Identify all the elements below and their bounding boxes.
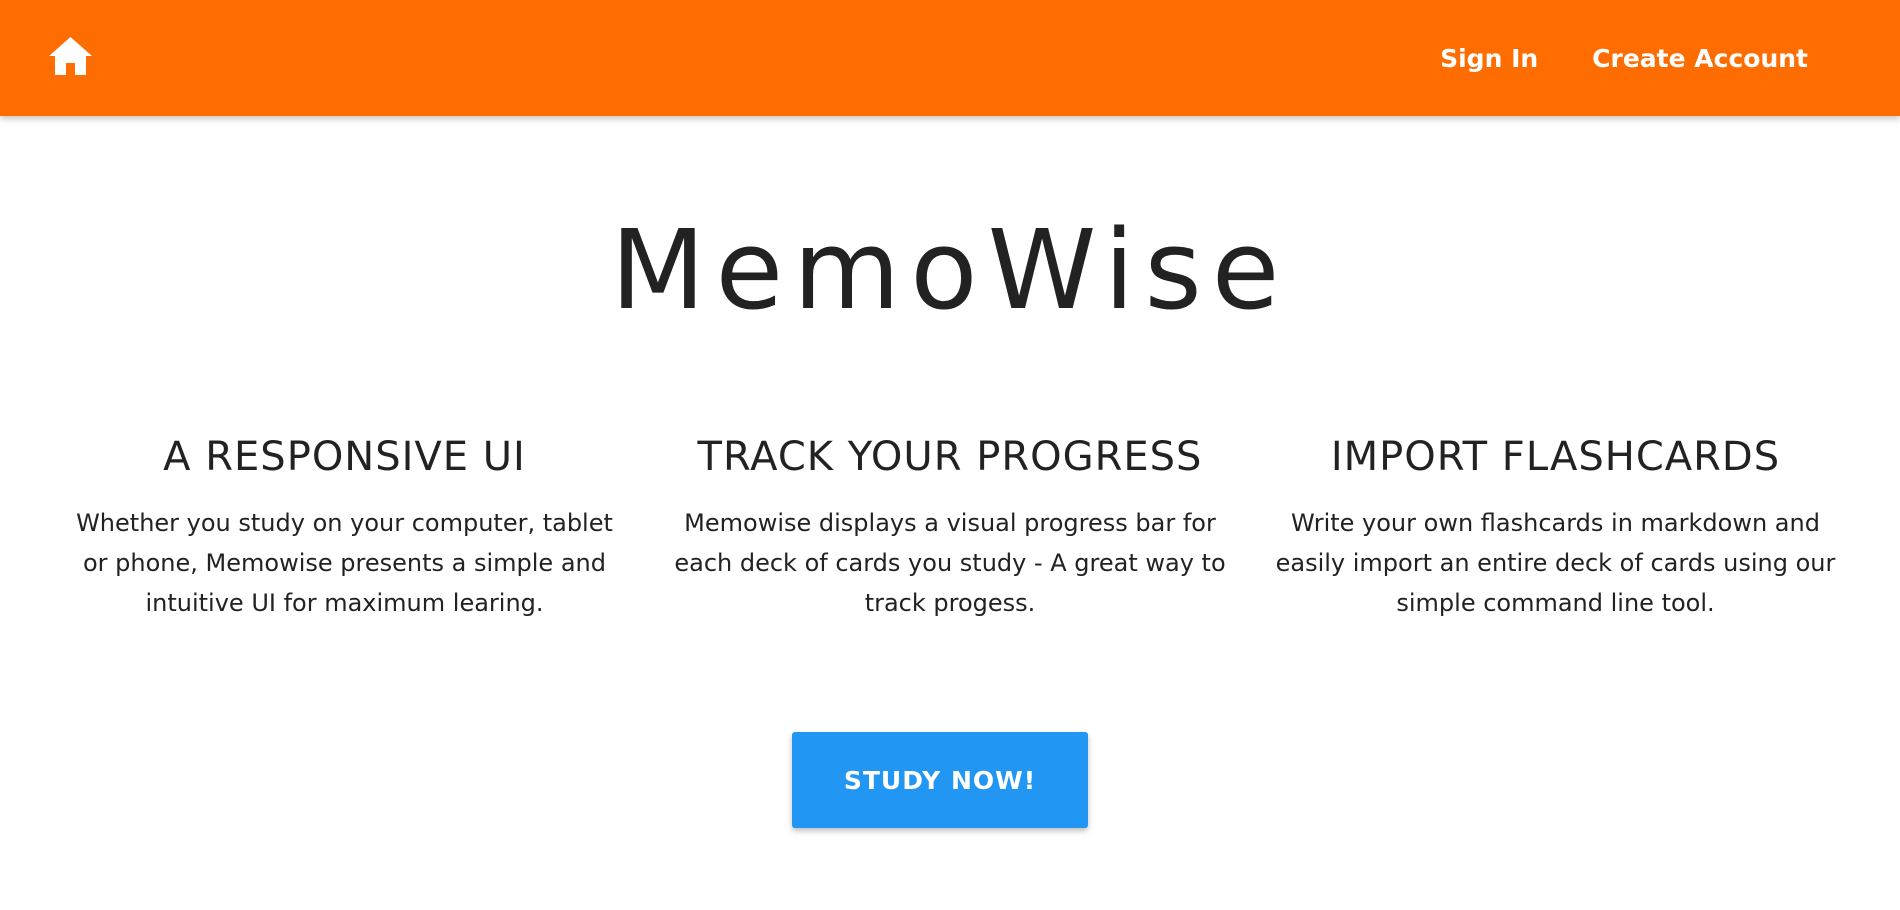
home-icon-glyph (49, 37, 92, 75)
nav-links: Sign In Create Account (1440, 0, 1808, 116)
create-account-link[interactable]: Create Account (1592, 44, 1808, 73)
sign-in-link[interactable]: Sign In (1440, 44, 1538, 73)
features-section: A RESPONSIVE UI Whether you study on you… (62, 425, 1838, 623)
page-title: MemoWise (610, 206, 1290, 334)
top-navbar: Sign In Create Account (0, 0, 1900, 116)
feature-description: Whether you study on your computer, tabl… (76, 509, 613, 617)
feature-track-progress: TRACK YOUR PROGRESS Memowise displays a … (668, 425, 1233, 623)
feature-description: Memowise displays a visual progress bar … (674, 509, 1226, 617)
study-now-button[interactable]: STUDY NOW! (792, 732, 1088, 828)
home-icon[interactable] (48, 36, 93, 76)
feature-responsive-ui: A RESPONSIVE UI Whether you study on you… (62, 425, 627, 623)
feature-heading: IMPORT FLASHCARDS (1330, 434, 1781, 480)
feature-heading: A RESPONSIVE UI (163, 434, 526, 480)
feature-description: Write your own flashcards in markdown an… (1275, 509, 1836, 617)
feature-heading: TRACK YOUR PROGRESS (697, 434, 1203, 480)
feature-import-flashcards: IMPORT FLASHCARDS Write your own flashca… (1273, 425, 1838, 623)
